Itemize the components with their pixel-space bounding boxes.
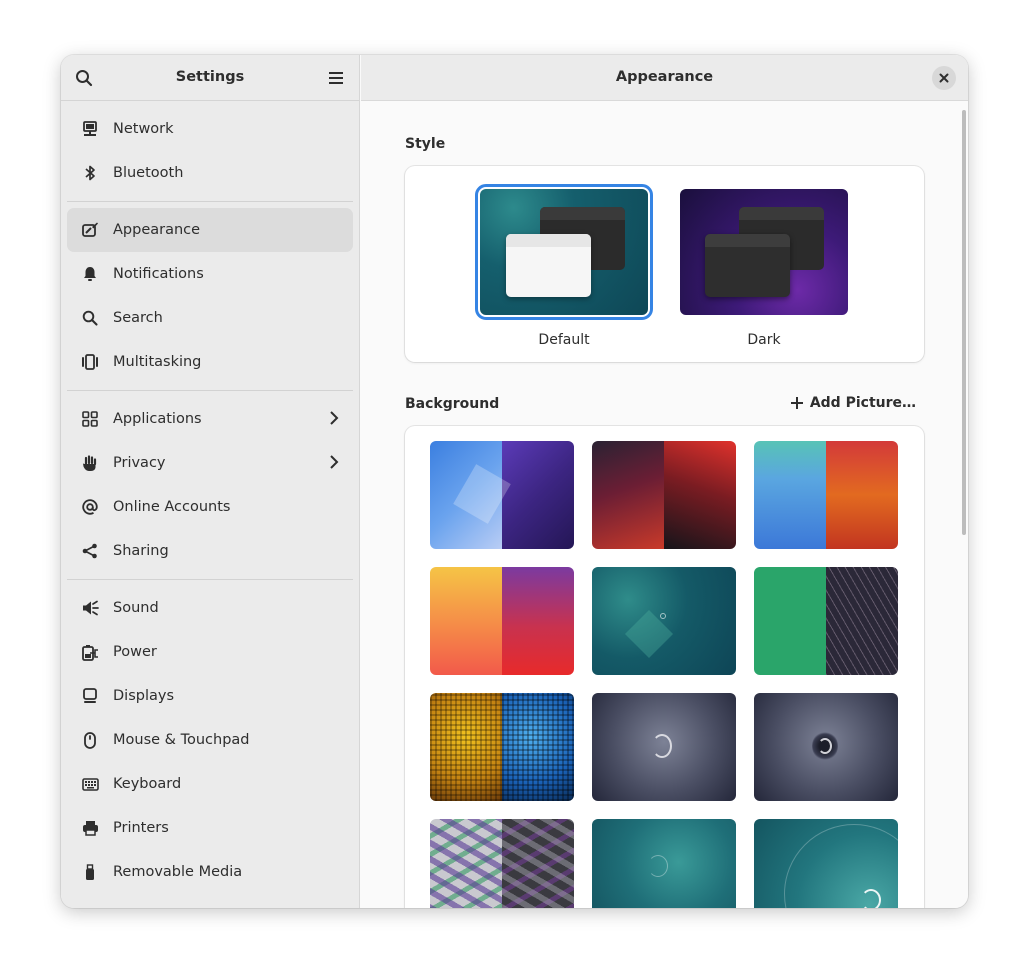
sidebar-item-label: Displays (113, 688, 175, 704)
sidebar-item-keyboard[interactable]: Keyboard (67, 762, 353, 806)
wallpaper-thumbnail[interactable] (754, 441, 898, 549)
close-icon (939, 73, 949, 83)
background-grid (405, 426, 924, 908)
sidebar-item-displays[interactable]: Displays (67, 674, 353, 718)
wallpaper-thumbnail[interactable] (754, 819, 898, 908)
usb-icon (81, 863, 99, 881)
main-menu-button[interactable] (322, 64, 350, 92)
preview-dark-window-front (705, 234, 790, 297)
sidebar-item-label: Privacy (113, 455, 166, 471)
printer-icon (81, 819, 99, 837)
bell-icon (81, 265, 99, 283)
sidebar-item-label: Notifications (113, 266, 204, 282)
sidebar-item-online-accounts[interactable]: Online Accounts (67, 485, 353, 529)
close-button[interactable] (932, 66, 956, 90)
hamburger-icon (329, 72, 343, 84)
sidebar-item-label: Removable Media (113, 864, 243, 880)
sidebar-item-notifications[interactable]: Notifications (67, 252, 353, 296)
wallpaper-thumbnail[interactable] (430, 567, 574, 675)
wallpaper-thumbnail[interactable] (592, 693, 736, 801)
at-icon (81, 498, 99, 516)
sidebar-item-mouse-touchpad[interactable]: Mouse & Touchpad (67, 718, 353, 762)
sidebar-item-power[interactable]: Power (67, 630, 353, 674)
hand-icon (81, 454, 99, 472)
sidebar-divider (67, 201, 353, 202)
sidebar-item-bluetooth[interactable]: Bluetooth (67, 151, 353, 195)
battery-icon (81, 643, 99, 661)
sidebar-item-label: Appearance (113, 222, 201, 238)
wallpaper-thumbnail[interactable] (592, 567, 736, 675)
keyboard-icon (81, 775, 99, 793)
sidebar-item-label: Applications (113, 411, 202, 427)
chevron-right-icon (329, 454, 339, 474)
sidebar-item-label: Multitasking (113, 354, 202, 370)
main-header: Appearance (361, 55, 968, 101)
sidebar-item-printers[interactable]: Printers (67, 806, 353, 850)
style-preview-default (475, 184, 653, 320)
sidebar-item-label: Online Accounts (113, 499, 231, 515)
speaker-icon (81, 599, 99, 617)
sidebar-item-sharing[interactable]: Sharing (67, 529, 353, 573)
background-section-title: Background (405, 396, 500, 412)
sidebar-item-sound[interactable]: Sound (67, 586, 353, 630)
display-icon (81, 687, 99, 705)
sidebar-title: Settings (175, 69, 245, 85)
bluetooth-icon (81, 164, 99, 182)
wallpaper-thumbnail[interactable] (754, 693, 898, 801)
sidebar-item-appearance[interactable]: Appearance (67, 208, 353, 252)
wallpaper-thumbnail[interactable] (430, 441, 574, 549)
style-section-title: Style (405, 136, 446, 152)
sidebar-item-label: Keyboard (113, 776, 182, 792)
sidebar-item-label: Printers (113, 820, 169, 836)
sidebar: Settings Network Bluetooth Appearance No… (61, 55, 360, 908)
sidebar-header: Settings (61, 55, 359, 101)
sidebar-item-label: Sound (113, 600, 159, 616)
sidebar-list: Network Bluetooth Appearance Notificatio… (61, 101, 359, 894)
sidebar-item-label: Search (113, 310, 163, 326)
wallpaper-thumbnail[interactable] (430, 693, 574, 801)
style-preview-dark (680, 189, 848, 315)
sidebar-item-network[interactable]: Network (67, 107, 353, 151)
wallpaper-thumbnail[interactable] (592, 819, 736, 908)
sidebar-item-label: Mouse & Touchpad (113, 732, 250, 748)
page-title: Appearance (615, 69, 714, 85)
style-card: Default Dark (405, 166, 924, 362)
sidebar-item-removable-media[interactable]: Removable Media (67, 850, 353, 894)
sidebar-item-privacy[interactable]: Privacy (67, 441, 353, 485)
sidebar-item-label: Network (113, 121, 174, 137)
sidebar-item-label: Power (113, 644, 157, 660)
appearance-icon (81, 221, 99, 239)
wallpaper-thumbnail[interactable] (592, 441, 736, 549)
add-picture-button[interactable]: Add Picture… (790, 395, 916, 411)
add-picture-label: Add Picture… (809, 395, 916, 411)
network-icon (81, 120, 99, 138)
style-option-label: Dark (747, 332, 781, 348)
grid-icon (81, 410, 99, 428)
sidebar-item-label: Bluetooth (113, 165, 184, 181)
sidebar-divider (67, 579, 353, 580)
wallpaper-thumbnail[interactable] (430, 819, 574, 908)
plus-icon (790, 396, 804, 410)
sidebar-item-applications[interactable]: Applications (67, 397, 353, 441)
sidebar-item-multitasking[interactable]: Multitasking (67, 340, 353, 384)
style-option-label: Default (538, 332, 590, 348)
sidebar-item-search[interactable]: Search (67, 296, 353, 340)
wallpaper-thumbnail[interactable] (754, 567, 898, 675)
mouse-icon (81, 731, 99, 749)
sidebar-divider (67, 390, 353, 391)
settings-window: Settings Network Bluetooth Appearance No… (61, 55, 968, 908)
sidebar-item-label: Sharing (113, 543, 169, 559)
multitasking-icon (81, 353, 99, 371)
chevron-right-icon (329, 410, 339, 430)
scrollbar[interactable] (962, 110, 966, 535)
main-panel: Appearance Style Default Dark Background… (361, 55, 968, 908)
style-option-default[interactable]: Default (475, 184, 653, 348)
search-icon (81, 309, 99, 327)
share-icon (81, 542, 99, 560)
style-option-dark[interactable]: Dark (680, 189, 848, 348)
preview-light-window (506, 234, 591, 297)
